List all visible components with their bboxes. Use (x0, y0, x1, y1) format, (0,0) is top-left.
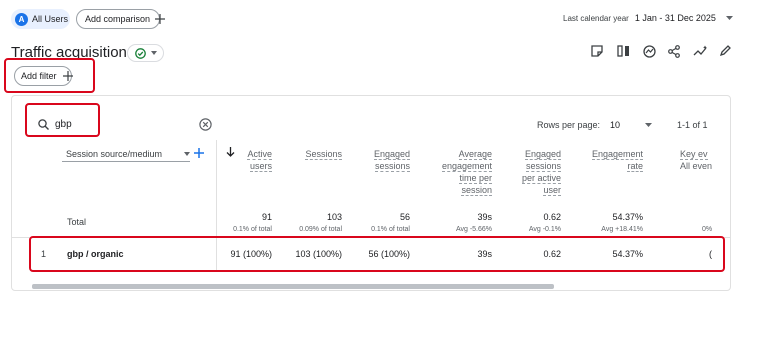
column-header-sessions[interactable]: Sessions (282, 148, 342, 160)
total-value: 56 (399, 212, 410, 222)
annotation-box-row (29, 236, 725, 272)
total-value: 0.62 (543, 212, 561, 222)
column-header-line: Engagement (591, 149, 643, 160)
edit-pencil-icon[interactable] (718, 44, 732, 58)
total-sub: 0.1% of total (371, 226, 410, 233)
horizontal-scrollbar[interactable] (32, 284, 554, 289)
column-header-line: sessions (374, 161, 410, 172)
total-sub: Avg +18.41% (601, 226, 643, 233)
column-header-line: Engaged (524, 149, 561, 160)
caret-down-icon (150, 51, 157, 55)
segment-avatar: A (15, 12, 28, 26)
rows-per-page-select[interactable]: 10 (610, 118, 652, 132)
date-range-value: 1 Jan - 31 Dec 2025 (634, 13, 716, 23)
dimension-selector[interactable]: Session source/medium (62, 146, 190, 162)
total-value: 91 (261, 212, 272, 222)
caret-down-icon (725, 16, 733, 20)
total-value: 54.37% (612, 212, 643, 222)
total-value: 39s (477, 212, 492, 222)
note-icon[interactable] (590, 44, 604, 58)
date-range-picker[interactable]: Last calendar year 1 Jan - 31 Dec 2025 (563, 13, 733, 23)
column-header-line: users (249, 161, 272, 172)
column-header-engaged-sessions[interactable]: Engaged sessions (352, 148, 410, 172)
total-sub: Avg -5.66% (455, 226, 492, 233)
plus-icon (155, 14, 166, 24)
column-header-line: per active (521, 173, 561, 184)
add-comparison-label: Add comparison (85, 14, 151, 24)
caret-down-icon (184, 151, 190, 156)
column-header-line: Engaged (373, 149, 410, 160)
column-header-line: engagement (441, 161, 492, 172)
total-sub: Avg -0.1% (528, 226, 561, 233)
column-header-line: Average (458, 149, 492, 160)
column-header-avg-engagement-time[interactable]: Average engagement time per session (422, 148, 492, 196)
column-header-engaged-per-user[interactable]: Engaged sessions per active user (506, 148, 561, 196)
annotation-box-add-filter (4, 58, 95, 93)
column-header-line: time per (459, 173, 492, 184)
check-circle-icon (134, 47, 146, 59)
total-sub: 0.1% of total (233, 226, 272, 233)
column-header-engagement-rate[interactable]: Engagement rate (572, 148, 643, 172)
column-header-line: Active (247, 149, 272, 160)
title-status-dropdown[interactable] (127, 44, 164, 62)
pagination-label: 1-1 of 1 (677, 120, 708, 130)
add-dimension-icon[interactable] (194, 148, 204, 158)
add-comparison-button[interactable]: Add comparison (76, 9, 166, 29)
column-header-line: Sessions (305, 149, 342, 160)
clear-search-icon[interactable] (199, 118, 212, 131)
segment-chip[interactable]: A All Users (11, 9, 70, 29)
total-label: Total (67, 217, 87, 227)
total-sub: 0.09% of total (299, 226, 342, 233)
date-range-label: Last calendar year (563, 13, 629, 23)
insights-icon[interactable] (642, 44, 656, 58)
column-header-line: session (461, 185, 492, 196)
caret-down-icon (645, 123, 652, 127)
share-icon[interactable] (667, 44, 681, 58)
compare-columns-icon[interactable] (616, 44, 630, 58)
rows-per-page-value: 10 (610, 120, 621, 130)
total-value: 103 (326, 212, 342, 222)
column-header-line: user (543, 185, 561, 196)
column-header-line: sessions (525, 161, 561, 172)
annotation-box-search (25, 103, 100, 137)
column-header-key-events[interactable]: Key ev All even (680, 148, 732, 172)
column-header-line: Key ev (680, 149, 708, 160)
rows-per-page-label: Rows per page: (537, 120, 601, 130)
column-header-line: All even (680, 161, 713, 171)
column-header-line: rate (627, 161, 643, 172)
total-sub: 0% (702, 226, 713, 233)
trend-sparkle-icon[interactable] (692, 44, 708, 58)
segment-label: All Users (32, 14, 69, 24)
dimension-label: Session source/medium (66, 148, 163, 159)
column-header-active-users[interactable]: Active users (222, 148, 272, 172)
